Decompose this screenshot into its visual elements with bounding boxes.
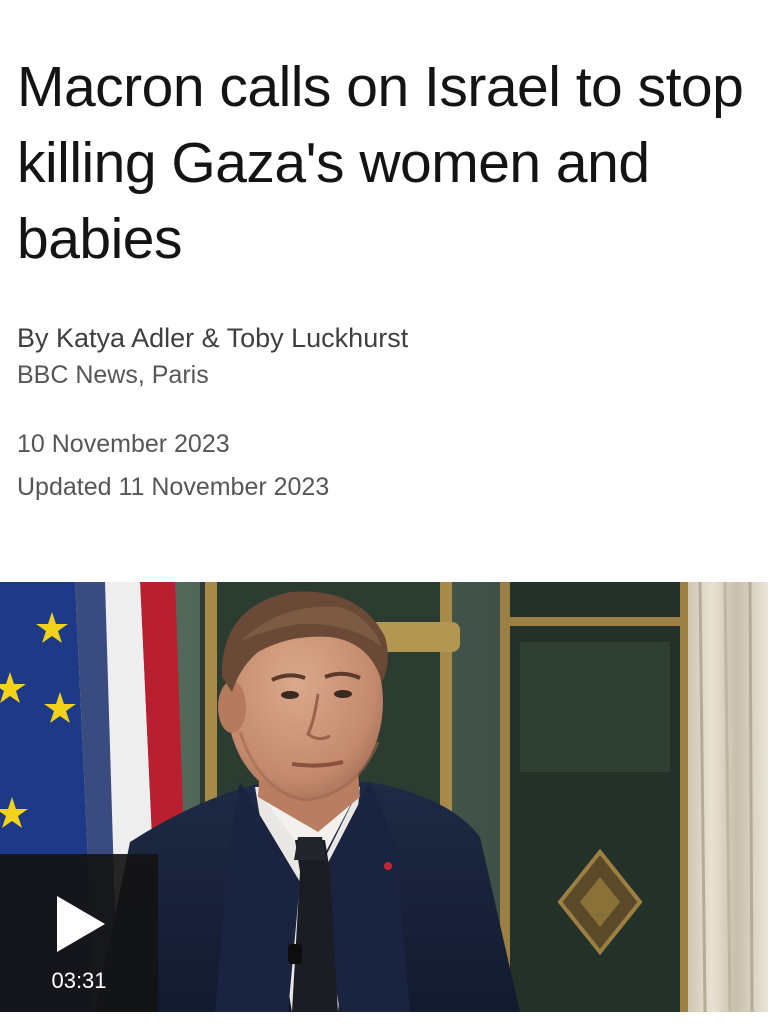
- play-icon: [57, 896, 105, 952]
- page-bottom-edge: [0, 1012, 768, 1024]
- video-player[interactable]: 03:31: [0, 582, 768, 1012]
- updated-date: Updated 11 November 2023: [17, 473, 330, 501]
- article-header: Macron calls on Israel to stop killing G…: [0, 0, 768, 582]
- article-dates: 10 November 2023 Updated 11 November 202…: [17, 423, 752, 509]
- published-date: 10 November 2023: [17, 430, 230, 458]
- video-duration: 03:31: [51, 968, 107, 993]
- play-button[interactable]: 03:31: [0, 854, 158, 1012]
- byline: By Katya Adler & Toby Luckhurst BBC News…: [17, 318, 752, 392]
- article-headline: Macron calls on Israel to stop killing G…: [17, 55, 744, 271]
- byline-organisation: BBC News, Paris: [17, 361, 209, 389]
- byline-authors: By Katya Adler & Toby Luckhurst: [17, 323, 409, 353]
